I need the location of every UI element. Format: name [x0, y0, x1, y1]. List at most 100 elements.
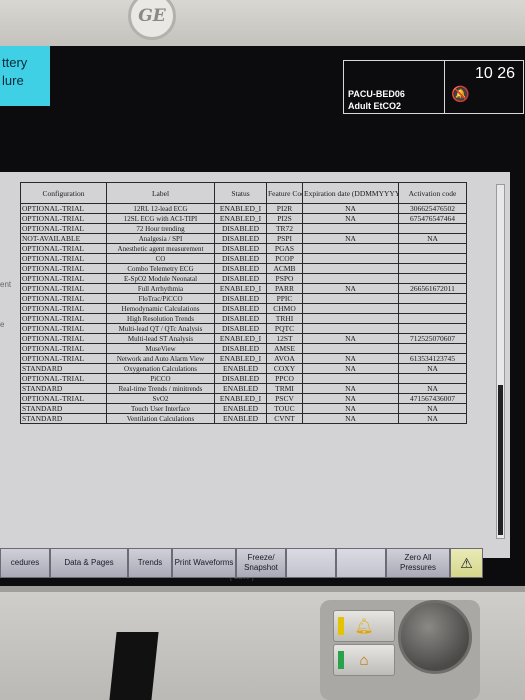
- expiration-cell: NA: [302, 353, 399, 364]
- label-cell: Analgesia / SPI: [106, 233, 215, 244]
- home-key[interactable]: ⌂: [333, 644, 395, 676]
- expiration-cell: [302, 243, 399, 254]
- table-row[interactable]: STANDARD Real-time Trends / minitrends ENA…: [20, 383, 467, 394]
- table-header-row: ConfigurationLabelStatusFeature CodeExpi…: [20, 182, 467, 204]
- table-row[interactable]: OPTIONAL-TRIAL 12SL ECG with ACI-TIPI ENAB…: [20, 213, 467, 224]
- table-row[interactable]: OPTIONAL-TRIAL Network and Auto Alarm Vie…: [20, 353, 467, 364]
- activation-cell: [398, 243, 467, 254]
- label-cell: Ventilation Calculations: [106, 413, 215, 424]
- expiration-cell: [302, 373, 399, 384]
- table-row[interactable]: STANDARD Oxygenation Calculations ENABLED C…: [20, 363, 467, 374]
- activation-cell: [398, 293, 467, 304]
- table-row[interactable]: OPTIONAL-TRIAL 72 Hour trending DISABLED TR…: [20, 223, 467, 234]
- activation-cell: [398, 263, 467, 274]
- table-row[interactable]: OPTIONAL-TRIAL High Resolution Trends DISA…: [20, 313, 467, 324]
- table-row[interactable]: OPTIONAL-TRIAL Anesthetic agent measureme…: [20, 243, 467, 254]
- green-strip: [338, 651, 344, 669]
- code-cell: PPIC: [266, 293, 303, 304]
- expiration-cell: NA: [302, 383, 399, 394]
- status-cell: ENABLED_I: [214, 203, 267, 214]
- table-row[interactable]: OPTIONAL-TRIAL Multi-lead QT / QTc Analys…: [20, 323, 467, 334]
- expiration-cell: NA: [302, 413, 399, 424]
- activation-cell: [398, 303, 467, 314]
- table-scrollbar[interactable]: [496, 184, 505, 539]
- code-cell: PSPO: [266, 273, 303, 284]
- status-cell: ENABLED: [214, 363, 267, 374]
- table-row[interactable]: OPTIONAL-TRIAL 12RL 12-lead ECG ENABLED_I P…: [20, 203, 467, 214]
- config-cell: STANDARD: [20, 383, 107, 394]
- table-row[interactable]: OPTIONAL-TRIAL Combo Telemetry ECG DISABLE…: [20, 263, 467, 274]
- table-row[interactable]: OPTIONAL-TRIAL MuseView DISABLED AMSE: [20, 343, 467, 354]
- label-cell: FloTrac/PiCCO: [106, 293, 215, 304]
- column-header: Feature Code: [266, 182, 303, 204]
- label-cell: 72 Hour trending: [106, 223, 215, 234]
- config-cell: STANDARD: [20, 413, 107, 424]
- trim-knob[interactable]: [398, 600, 472, 674]
- table-row[interactable]: NOT-AVAILABLE Analgesia / SPI DISABLED PSPI…: [20, 233, 467, 244]
- status-cell: ENABLED_I: [214, 333, 267, 344]
- code-cell: PI2S: [266, 213, 303, 224]
- status-cell: DISABLED: [214, 243, 267, 254]
- label-cell: Multi-lead ST Analysis: [106, 333, 215, 344]
- software-options-table: ConfigurationLabelStatusFeature CodeExpi…: [20, 182, 467, 424]
- expiration-cell: [302, 253, 399, 264]
- table-row[interactable]: OPTIONAL-TRIAL Multi-lead ST Analysis ENAB…: [20, 333, 467, 344]
- expiration-cell: [302, 293, 399, 304]
- label-cell: Touch User Interface: [106, 403, 215, 414]
- expiration-cell: NA: [302, 213, 399, 224]
- menu-button-1[interactable]: Data & Pages: [50, 548, 128, 578]
- config-cell: STANDARD: [20, 363, 107, 374]
- label-cell: High Resolution Trends: [106, 313, 215, 324]
- status-cell: DISABLED: [214, 303, 267, 314]
- config-cell: OPTIONAL-TRIAL: [20, 313, 107, 324]
- alarm-key[interactable]: 🔔︎: [333, 610, 395, 642]
- column-header: Configuration: [20, 182, 107, 204]
- menu-button-7[interactable]: Zero All Pressures: [386, 548, 450, 578]
- monitor-bezel-top: GE: [0, 0, 525, 46]
- table-row[interactable]: OPTIONAL-TRIAL PiCCO DISABLED PPCO: [20, 373, 467, 384]
- label-cell: Combo Telemetry ECG: [106, 263, 215, 274]
- code-cell: PCOP: [266, 253, 303, 264]
- alarm-warning-icon[interactable]: ⚠: [450, 548, 483, 578]
- table-row[interactable]: OPTIONAL-TRIAL SvO2 ENABLED_I PSCV NA 4715674…: [20, 393, 467, 404]
- menu-button-4[interactable]: Freeze/ Snapshot: [236, 548, 286, 578]
- patient-info-box[interactable]: PACU-BED06 Adult EtCO2: [343, 60, 445, 114]
- left-cut-label-1: ent: [0, 280, 12, 289]
- status-cell: ENABLED: [214, 383, 267, 394]
- config-cell: OPTIONAL-TRIAL: [20, 393, 107, 404]
- status-cell: DISABLED: [214, 293, 267, 304]
- table-row[interactable]: OPTIONAL-TRIAL Hemodynamic Calculations DI…: [20, 303, 467, 314]
- table-row[interactable]: STANDARD Ventilation Calculations ENABLED C…: [20, 413, 467, 424]
- activation-cell: NA: [398, 233, 467, 244]
- table-row[interactable]: OPTIONAL-TRIAL Full Arrhythmia ENABLED_I PA…: [20, 283, 467, 294]
- bell-crossed-icon: 🔕: [451, 86, 470, 103]
- code-cell: CVNT: [266, 413, 303, 424]
- table-row[interactable]: OPTIONAL-TRIAL CO DISABLED PCOP: [20, 253, 467, 264]
- alarm-message-box[interactable]: ttery lure: [0, 46, 50, 106]
- code-cell: AVOA: [266, 353, 303, 364]
- clock-time: 10 26: [474, 65, 515, 82]
- clock-box[interactable]: 10 26 🔕: [444, 60, 524, 114]
- config-cell: NOT-AVAILABLE: [20, 233, 107, 244]
- menu-button-2[interactable]: Trends: [128, 548, 172, 578]
- table-row[interactable]: OPTIONAL-TRIAL E-SpO2 Module Neonatal DISA…: [20, 273, 467, 284]
- activation-cell: NA: [398, 413, 467, 424]
- status-cell: DISABLED: [214, 343, 267, 354]
- label-cell: Network and Auto Alarm View: [106, 353, 215, 364]
- status-cell: ENABLED: [214, 403, 267, 414]
- activation-cell: [398, 313, 467, 324]
- table-row[interactable]: STANDARD Touch User Interface ENABLED TOUC N…: [20, 403, 467, 414]
- status-cell: ENABLED_I: [214, 353, 267, 364]
- table-row[interactable]: OPTIONAL-TRIAL FloTrac/PiCCO DISABLED PPIC: [20, 293, 467, 304]
- config-cell: OPTIONAL-TRIAL: [20, 323, 107, 334]
- menu-button-3[interactable]: Print Waveforms: [172, 548, 236, 578]
- expiration-cell: NA: [302, 233, 399, 244]
- menu-button-6[interactable]: [336, 548, 386, 578]
- column-header: Label: [106, 182, 215, 204]
- activation-cell: 613534123745: [398, 353, 467, 364]
- config-cell: OPTIONAL-TRIAL: [20, 373, 107, 384]
- menu-button-5[interactable]: [286, 548, 336, 578]
- config-cell: OPTIONAL-TRIAL: [20, 293, 107, 304]
- scrollbar-thumb[interactable]: [498, 385, 503, 535]
- menu-button-0[interactable]: cedures: [0, 548, 50, 578]
